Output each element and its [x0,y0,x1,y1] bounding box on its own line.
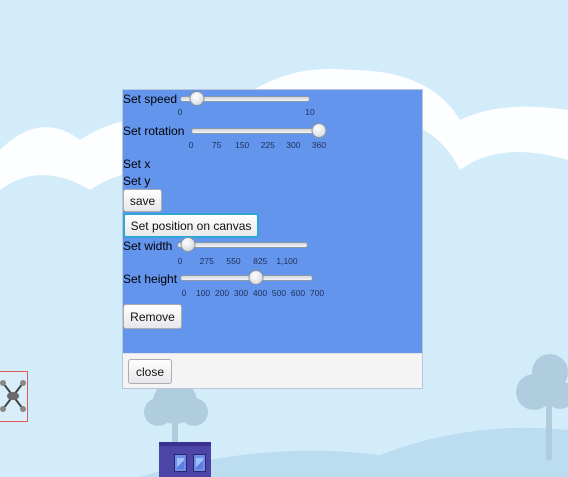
width-slider[interactable] [177,237,308,252]
slider-thumb[interactable] [180,237,196,252]
tick-label: 75 [211,140,222,150]
slider-track [180,275,313,281]
panel-footer: close [123,353,422,388]
tick-label: 275 [199,256,214,266]
speed-label: Set speed [123,92,178,106]
save-button[interactable]: save [123,189,162,212]
tick-label: 700 [309,288,325,298]
tick-label: 500 [271,288,287,298]
close-button[interactable]: close [128,359,172,384]
speed-slider[interactable] [180,91,310,106]
tree-left [144,380,208,450]
tick-label: 300 [233,288,249,298]
tick-label: 550 [226,256,241,266]
tick-label: 600 [290,288,306,298]
building-icon [159,442,211,477]
set-position-on-canvas-button[interactable]: Set position on canvas [123,213,259,238]
width-label: Set width [123,239,173,253]
rotation-tick-labels: 0 75 150 225 300 360 [188,140,326,152]
drone-selection-box[interactable] [0,371,28,422]
rotation-slider[interactable] [191,123,327,138]
set-y-label: Set y [123,174,151,188]
remove-button[interactable]: Remove [123,304,182,329]
building-window [174,454,187,472]
slider-track [191,128,319,134]
slider-track [177,242,308,248]
width-tick-labels: 0 275 550 825 1,100 [177,256,298,268]
speed-tick-labels: 0 10 [177,107,315,119]
tick-label: 0 [188,140,194,150]
height-slider[interactable] [180,270,313,285]
building-window [193,454,206,472]
drone-icon[interactable] [0,379,27,413]
tick-label: 10 [305,107,315,117]
tick-label: 0 [177,107,183,117]
slider-thumb[interactable] [311,123,327,138]
tick-label: 400 [252,288,268,298]
tick-label: 1,100 [276,256,298,266]
height-label: Set height [123,272,178,286]
rotation-label: Set rotation [123,124,185,138]
tick-label: 0 [177,256,183,266]
tick-label: 100 [195,288,211,298]
tick-label: 300 [286,140,301,150]
tick-label: 0 [181,288,187,298]
drone-settings-panel: Set speed 0 10 Set rotation 0 75 150 225 300 3… [122,89,423,389]
slider-thumb[interactable] [248,270,264,285]
height-tick-labels: 0 100 200 300 400 500 600 700 [181,288,324,300]
tick-label: 150 [235,140,250,150]
tick-label: 225 [260,140,275,150]
set-x-label: Set x [123,157,151,171]
slider-thumb[interactable] [189,91,205,106]
tick-label: 200 [214,288,230,298]
tick-label: 360 [311,140,327,150]
tick-label: 825 [253,256,268,266]
